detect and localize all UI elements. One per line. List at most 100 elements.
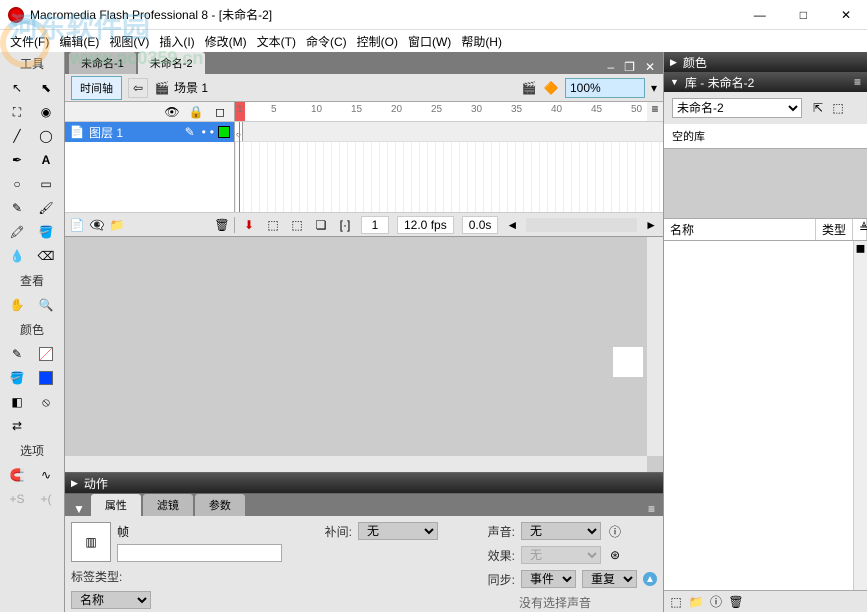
zoom-dropdown-icon[interactable]: ▾ — [651, 81, 657, 95]
ink-bottle-tool[interactable]: 🖍 — [4, 221, 30, 243]
scene-indicator[interactable]: 🎬 场景 1 — [154, 79, 208, 96]
tween-select[interactable]: 无 — [358, 522, 438, 540]
smooth-option[interactable]: ∿ — [33, 464, 59, 486]
timeline-scrollbar[interactable] — [526, 218, 637, 232]
library-panel-header[interactable]: ▼ 库 - 未命名-2 ≡ — [664, 72, 867, 92]
menu-help[interactable]: 帮助(H) — [457, 31, 506, 52]
library-doc-select[interactable]: 未命名-2 — [672, 98, 802, 118]
eye-column-icon[interactable]: 👁 — [164, 104, 180, 120]
library-menu-icon[interactable]: ≡ — [854, 75, 861, 89]
eyedropper-tool[interactable]: 💧 — [4, 245, 30, 267]
delete-lib-button[interactable]: 🗑 — [728, 594, 744, 610]
hand-tool[interactable]: ✋ — [4, 294, 30, 316]
timeline-toggle-button[interactable]: 时间轴 — [71, 76, 122, 100]
timeline-scroll-right[interactable]: ► — [645, 218, 657, 232]
other-option[interactable]: +( — [33, 488, 59, 510]
menu-file[interactable]: 文件(F) — [6, 31, 53, 52]
new-symbol-button[interactable]: ⬚ — [668, 594, 684, 610]
close-button[interactable]: ✕ — [833, 8, 859, 22]
line-tool[interactable]: ╱ — [4, 125, 30, 147]
sync-select[interactable]: 事件 — [521, 570, 576, 588]
library-scrollbar[interactable]: ◼ — [853, 241, 867, 590]
stroke-swatch[interactable] — [33, 343, 59, 365]
onion-skin-icon[interactable]: ⬚ — [265, 217, 281, 233]
doc-close[interactable]: ✕ — [641, 60, 659, 74]
repeat-select[interactable]: 重复 — [582, 570, 637, 588]
menu-text[interactable]: 文本(T) — [253, 31, 300, 52]
sound-select[interactable]: 无 — [521, 522, 601, 540]
gradient-transform-tool[interactable]: ◉ — [33, 101, 59, 123]
edit-scene-icon[interactable]: 🎬 — [521, 80, 537, 96]
actions-panel-header[interactable]: ▶ 动作 — [65, 473, 663, 493]
new-layer-button[interactable]: 📄 — [69, 217, 85, 233]
oval-tool[interactable]: ○ — [4, 173, 30, 195]
fill-swatch[interactable] — [33, 367, 59, 389]
black-white-button[interactable]: ◧ — [4, 391, 30, 413]
expand-icon[interactable]: ▲ — [643, 572, 657, 586]
stage-scroll-horizontal[interactable] — [65, 456, 647, 472]
tab-properties[interactable]: 属性 — [91, 494, 141, 516]
edit-symbol-icon[interactable]: 🔶 — [543, 80, 559, 96]
labeltype-select[interactable]: 名称 — [71, 591, 151, 609]
menu-commands[interactable]: 命令(C) — [302, 31, 351, 52]
doc-tab-2[interactable]: 未命名-2 — [138, 52, 205, 74]
properties-lib-button[interactable]: ⓘ — [708, 594, 724, 610]
menu-view[interactable]: 视图(V) — [105, 31, 153, 52]
lib-col-name[interactable]: 名称 — [664, 219, 816, 240]
selection-tool[interactable]: ↖ — [4, 77, 30, 99]
layer-outline-swatch[interactable] — [218, 126, 230, 138]
layer-visible-dot[interactable]: • — [202, 125, 206, 139]
onion-skin-outlines-icon[interactable]: ⬚ — [289, 217, 305, 233]
stage-scroll-vertical[interactable] — [647, 237, 663, 456]
library-list[interactable]: ◼ — [664, 241, 867, 590]
no-color-button[interactable]: ⦸ — [33, 391, 59, 413]
center-frame-icon[interactable]: ⬇ — [241, 217, 257, 233]
new-folder-lib-button[interactable]: 📁 — [688, 594, 704, 610]
zoom-tool[interactable]: 🔍 — [33, 294, 59, 316]
stroke-color[interactable]: ✎ — [4, 343, 30, 365]
edit-multiple-frames-icon[interactable]: ❏ — [313, 217, 329, 233]
layer-row[interactable]: 📄 图层 1 ✎ • • — [65, 122, 234, 142]
minimize-button[interactable]: — — [746, 8, 774, 22]
timeline-frames[interactable]: ○ — [235, 122, 663, 212]
props-menu-icon[interactable]: ≡ — [644, 502, 659, 516]
menu-modify[interactable]: 修改(M) — [201, 31, 251, 52]
zoom-input[interactable] — [565, 78, 645, 98]
frame-label-input[interactable] — [117, 544, 282, 562]
doc-restore[interactable]: ❐ — [620, 60, 639, 74]
back-button[interactable]: ⇦ — [128, 78, 148, 98]
snap-option[interactable]: 🧲 — [4, 464, 30, 486]
effect-select[interactable]: 无 — [521, 546, 601, 564]
pencil-tool[interactable]: ✎ — [4, 197, 30, 219]
delete-layer-button[interactable]: 🗑 — [214, 217, 230, 233]
tab-filters[interactable]: 滤镜 — [143, 494, 193, 516]
doc-minimize[interactable]: – — [603, 60, 618, 74]
lock-column-icon[interactable]: 🔒 — [188, 104, 204, 120]
brush-tool[interactable]: 🖌 — [33, 197, 59, 219]
subselection-tool[interactable]: ⬉ — [33, 77, 59, 99]
menu-control[interactable]: 控制(O) — [353, 31, 402, 52]
lasso-tool[interactable]: ◯ — [33, 125, 59, 147]
doc-tab-1[interactable]: 未命名-1 — [69, 52, 136, 74]
fill-color[interactable]: 🪣 — [4, 367, 30, 389]
timeline-menu-icon[interactable]: ≡ — [647, 102, 663, 121]
help-icon[interactable]: ⓘ — [607, 523, 623, 539]
lib-col-type[interactable]: 类型 — [816, 219, 853, 240]
menu-insert[interactable]: 插入(I) — [155, 31, 198, 52]
stage-area[interactable] — [65, 237, 663, 472]
props-collapse-icon[interactable]: ▼ — [69, 502, 89, 516]
text-tool[interactable]: A — [33, 149, 59, 171]
modify-onion-markers-icon[interactable]: [·] — [337, 217, 353, 233]
lib-sort-icon[interactable]: ≜ — [853, 219, 867, 240]
timeline-scroll-left[interactable]: ◄ — [506, 218, 518, 232]
pin-library-icon[interactable]: ⇱ — [810, 100, 826, 116]
maximize-button[interactable]: □ — [792, 8, 815, 22]
edit-effect-icon[interactable]: ⊛ — [607, 547, 623, 563]
rectangle-tool[interactable]: ▭ — [33, 173, 59, 195]
pen-tool[interactable]: ✒ — [4, 149, 30, 171]
new-folder-button[interactable]: 📁 — [109, 217, 125, 233]
eraser-tool[interactable]: ⌫ — [33, 245, 59, 267]
new-guide-layer-button[interactable]: 👁‍🗨 — [89, 217, 105, 233]
new-library-icon[interactable]: ⬚ — [830, 100, 846, 116]
timeline-ruler[interactable]: 1 5 10 15 20 25 30 35 40 45 50 — [235, 102, 647, 121]
